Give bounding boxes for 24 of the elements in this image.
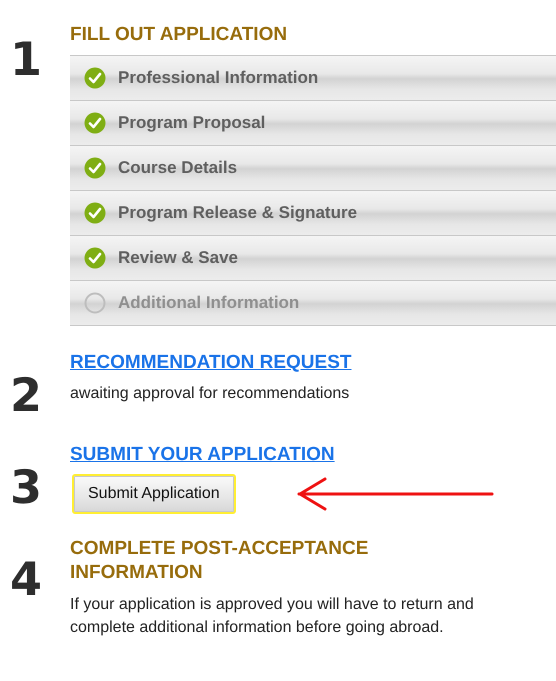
checklist-label: Professional Information	[118, 67, 318, 90]
step-number: 4	[10, 556, 42, 602]
checklist-label: Program Proposal	[118, 112, 266, 134]
arrow-icon	[296, 476, 496, 512]
checklist-row[interactable]: Program Release & Signature	[70, 191, 556, 236]
checklist-label: Additional Information	[118, 292, 300, 314]
checklist-row[interactable]: Review & Save	[70, 236, 556, 281]
step-number: 1	[10, 36, 42, 82]
step-note: awaiting approval for recommendations	[70, 384, 350, 404]
checklist-row[interactable]: Professional Information	[70, 56, 556, 101]
step-note: If your application is approved you will have to return and complete additional information before going abroad.	[70, 595, 475, 638]
submit-button[interactable]: Submit Application	[72, 474, 236, 514]
checklist-label: Review & Save	[118, 247, 238, 270]
step-number: 3	[10, 464, 42, 510]
checklist-row[interactable]: Course Details	[70, 146, 556, 191]
checklist-row[interactable]: Program Proposal	[70, 101, 556, 146]
step-title-link[interactable]: SUBMIT YOUR APPLICATION	[70, 444, 335, 466]
step-title: FILL OUT APPLICATION	[70, 23, 288, 47]
checklist-row[interactable]: Additional Information	[70, 281, 556, 326]
step-title-link[interactable]: RECOMMENDATION REQUEST	[70, 352, 352, 374]
checklist-label: Course Details	[118, 157, 238, 180]
step-number: 2	[10, 372, 42, 418]
checklist-label: Program Release & Signature	[118, 202, 358, 224]
step-title: COMPLETE POST-ACCEPTANCE INFORMATION	[70, 537, 370, 585]
